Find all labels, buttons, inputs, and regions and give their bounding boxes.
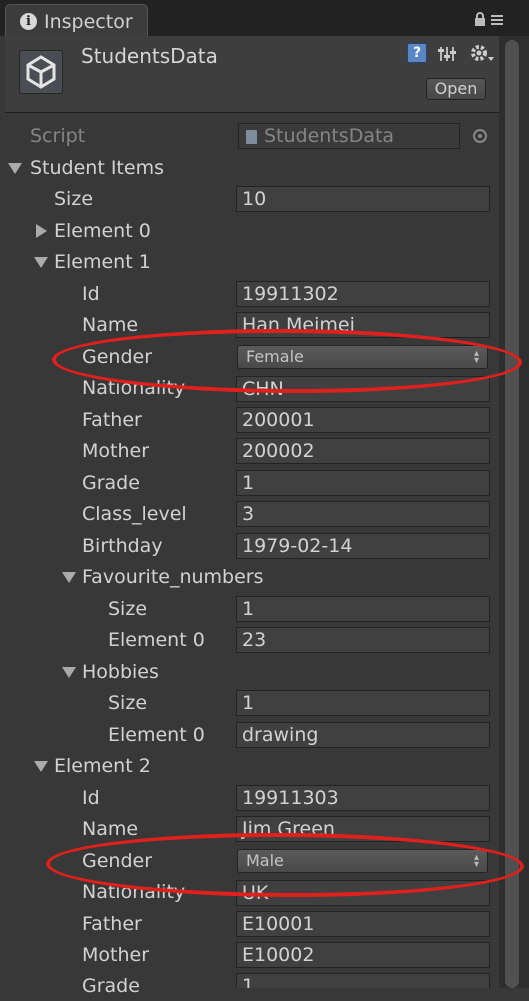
foldout-expanded-icon [62,572,76,583]
father-label: Father [82,913,142,935]
class-level-field[interactable]: 3 [236,501,490,527]
gender-dropdown[interactable]: Male ▴ ▾ [237,849,488,873]
menu-icon[interactable] [490,12,504,26]
birthday-field[interactable]: 1979-02-14 [236,533,490,559]
id-label: Id [82,787,100,809]
nationality-label: Nationality [82,881,186,903]
gender-label: Gender [82,850,153,872]
dropdown-arrows-icon: ▴ ▾ [473,348,479,366]
grade-label: Grade [82,975,140,997]
hobbies-element-0-field[interactable]: drawing [236,722,490,748]
birthday-label: Birthday [82,535,163,557]
unity-asset-icon [19,50,63,94]
size-field[interactable]: 10 [236,186,490,212]
nationality-field[interactable]: UK [236,880,490,906]
foldout-expanded-icon [8,163,22,174]
size-label: Size [54,188,94,210]
hobbies-size-field[interactable]: 1 [236,690,490,716]
fav-element-0-field[interactable]: 23 [236,627,490,653]
name-label: Name [82,314,139,336]
name-field[interactable]: Han Meimei [236,312,490,338]
name-label: Name [82,818,139,840]
scrollbar-thumb[interactable] [505,40,519,988]
open-button[interactable]: Open [426,78,486,100]
mother-label: Mother [82,944,150,966]
foldout-expanded-icon [34,761,48,772]
mother-field[interactable]: E10002 [236,942,490,968]
gender-label: Gender [82,346,153,368]
hobbies-element-0-label: Element 0 [108,724,205,746]
tab-inspector-label: Inspector [44,11,133,33]
id-field[interactable]: 19911302 [236,281,490,307]
lock-icon[interactable] [474,12,486,26]
id-field[interactable]: 19911303 [236,785,490,811]
tab-bar: i Inspector [0,0,529,36]
father-field[interactable]: 200001 [236,407,490,433]
asset-title: StudentsData [81,44,218,68]
class-level-label: Class_level [82,503,187,525]
fav-element-0-label: Element 0 [108,629,205,651]
nationality-field[interactable]: CHN [236,376,490,402]
mother-field[interactable]: 200002 [236,438,490,464]
tab-inspector[interactable]: i Inspector [5,4,148,36]
mother-label: Mother [82,440,150,462]
fav-size-field[interactable]: 1 [236,596,490,622]
foldout-collapsed-icon [36,224,47,238]
script-field: StudentsData [238,123,460,149]
grade-field[interactable]: 1 [236,470,490,496]
gender-dropdown[interactable]: Female ▴ ▾ [237,345,488,369]
script-icon [246,130,257,144]
name-field[interactable]: Jim Green [236,816,490,842]
object-picker-icon[interactable] [473,129,487,143]
id-label: Id [82,283,100,305]
father-label: Father [82,409,142,431]
father-field[interactable]: E10001 [236,911,490,937]
hobbies-size-label: Size [108,692,148,714]
inspector-header: StudentsData ? Open [5,36,499,113]
nationality-label: Nationality [82,377,186,399]
preset-icon[interactable] [437,44,457,64]
grade-label: Grade [82,472,140,494]
fav-size-label: Size [108,598,148,620]
grade-field[interactable]: 1 [236,973,490,988]
gear-icon[interactable] [469,42,495,66]
dropdown-arrows-icon: ▴ ▾ [473,852,479,870]
foldout-expanded-icon [62,667,76,678]
info-icon: i [20,13,37,30]
foldout-expanded-icon [34,257,48,268]
help-icon[interactable]: ? [407,43,427,63]
